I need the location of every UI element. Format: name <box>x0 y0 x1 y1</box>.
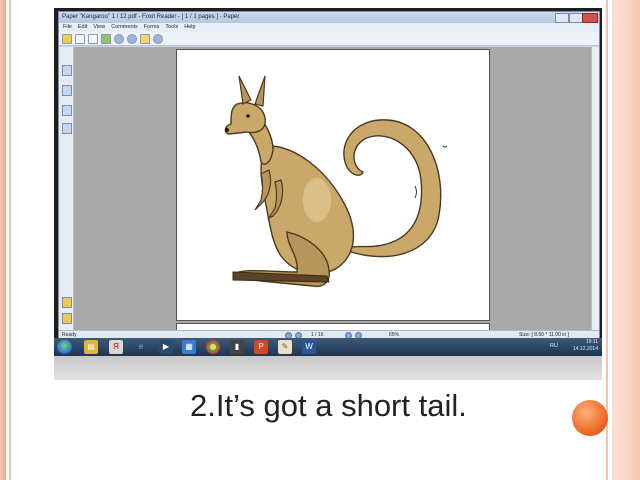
menu-comments[interactable]: Comments <box>111 23 138 32</box>
kangaroo-illustration <box>224 75 448 288</box>
screenshot-frame: Paper "Kangaroo" 1 / 12 pdf - Foxit Read… <box>54 8 602 356</box>
print-icon[interactable] <box>88 33 98 44</box>
kangaroo-body-highlight <box>303 178 331 222</box>
menu-forms[interactable]: Forms <box>144 23 160 32</box>
chrome-icon[interactable] <box>206 340 220 354</box>
start-button[interactable] <box>57 340 72 354</box>
document-area <box>59 47 599 331</box>
slide-border-right <box>612 0 640 480</box>
decorative-orb <box>572 400 608 436</box>
yandex-icon[interactable]: Я <box>109 340 123 354</box>
navigation-pane <box>59 47 74 330</box>
kangaroo-ear-right <box>254 75 266 107</box>
kangaroo-eye <box>246 114 250 118</box>
media-player-icon[interactable]: ▶ <box>159 340 173 354</box>
open-icon[interactable] <box>62 33 72 44</box>
kangaroo-head <box>224 102 266 135</box>
internet-explorer-icon[interactable]: e <box>134 340 148 354</box>
close-button[interactable] <box>582 13 598 23</box>
paint-icon[interactable]: ✎ <box>278 340 292 354</box>
menu-view[interactable]: View <box>93 23 105 32</box>
explorer-icon[interactable]: ▤ <box>84 340 98 354</box>
menu-edit[interactable]: Edit <box>78 23 87 32</box>
attachments-icon[interactable] <box>62 123 72 134</box>
clock-time: 19:11 <box>585 339 598 345</box>
kangaroo-nose <box>225 128 229 132</box>
pdf-page <box>176 49 490 321</box>
signature-icon[interactable] <box>62 313 72 324</box>
window-title: Paper "Kangaroo" 1 / 12 pdf - Foxit Read… <box>62 14 240 20</box>
slide-border-line-right <box>606 0 608 480</box>
powerpoint-icon[interactable]: P <box>254 340 268 354</box>
kangaroo-detail-stroke-1 <box>414 185 417 199</box>
image-icon[interactable] <box>101 33 111 44</box>
kangaroo-detail-stroke-2 <box>442 145 448 148</box>
word-icon[interactable]: W <box>302 340 316 354</box>
movie-maker-icon[interactable]: ▮ <box>230 340 244 354</box>
comment-icon[interactable] <box>140 33 150 44</box>
kangaroo-tail <box>343 119 442 258</box>
zoom-icon[interactable] <box>153 33 163 44</box>
vertical-scrollbar[interactable] <box>591 47 599 330</box>
prev-page-icon[interactable] <box>114 33 124 44</box>
kangaroo-ear-left <box>238 75 252 105</box>
menu-bar: File Edit View Comments Forms Tools Help <box>59 23 599 32</box>
system-clock[interactable]: 19:11 14.12.2014 <box>573 339 598 353</box>
menu-tools[interactable]: Tools <box>165 23 178 32</box>
language-indicator[interactable]: RU <box>550 343 558 349</box>
photo-viewer-icon[interactable]: ▦ <box>182 340 196 354</box>
layers-icon[interactable] <box>62 105 72 116</box>
maximize-button[interactable] <box>569 13 583 23</box>
toolbar <box>59 32 599 46</box>
save-icon[interactable] <box>75 33 85 44</box>
lock-icon[interactable] <box>62 297 72 308</box>
menu-help[interactable]: Help <box>184 23 195 32</box>
window-titlebar[interactable]: Paper "Kangaroo" 1 / 12 pdf - Foxit Read… <box>59 12 599 23</box>
windows-taskbar: ▤ Я e ▶ ▦ ▮ P ✎ W RU 19:11 14.12.2014 <box>54 338 602 356</box>
menu-file[interactable]: File <box>63 23 72 32</box>
slide-border-left <box>0 0 6 480</box>
next-page-icon[interactable] <box>127 33 137 44</box>
clock-date: 14.12.2014 <box>572 346 598 352</box>
pages-icon[interactable] <box>62 85 72 96</box>
bookmarks-icon[interactable] <box>62 65 72 76</box>
slide-content-band <box>54 356 602 380</box>
slide-border-line-left <box>9 0 11 480</box>
pdf-reader-window: Paper "Kangaroo" 1 / 12 pdf - Foxit Read… <box>58 11 600 339</box>
minimize-button[interactable] <box>555 13 569 23</box>
slide-caption: 2.It’s got a short tail. <box>190 388 467 423</box>
